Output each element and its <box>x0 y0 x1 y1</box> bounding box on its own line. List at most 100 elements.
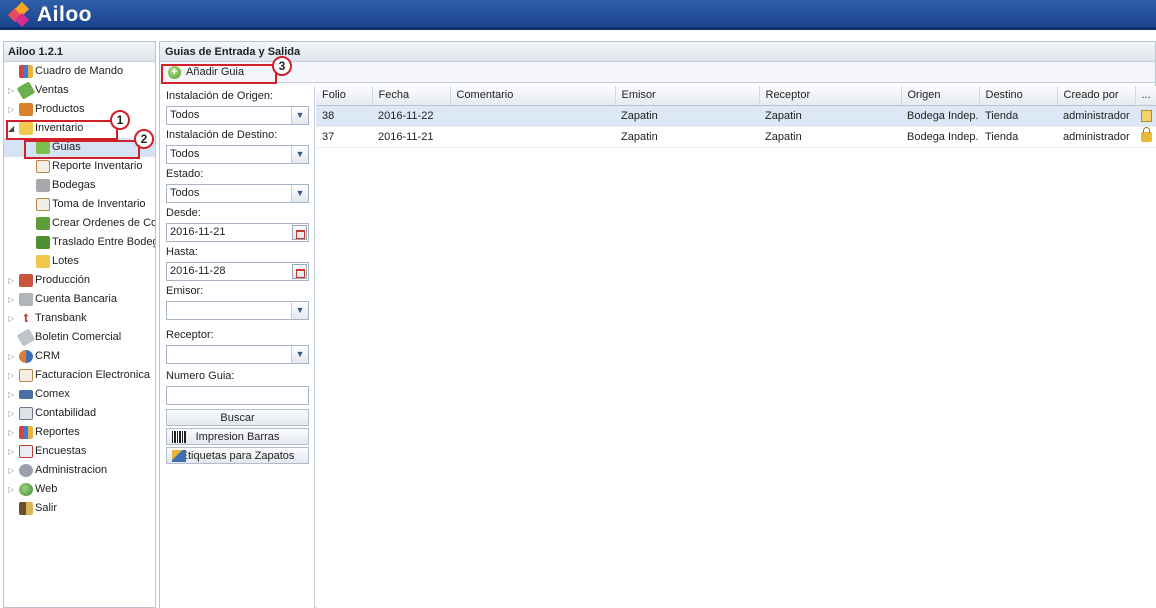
buscar-button[interactable]: Buscar <box>166 409 309 426</box>
origen-label: Instalación de Origen: <box>166 90 274 102</box>
column-header-comentario[interactable]: Comentario <box>450 86 616 106</box>
nav-item-produccion[interactable]: ▷ Producción <box>4 271 155 290</box>
nav-item-guias[interactable]: Guias <box>4 138 155 157</box>
warehouse-icon <box>36 179 50 192</box>
nav-item-ventas[interactable]: ▷ Ventas <box>4 81 155 100</box>
impresion-barras-button[interactable]: Impresion Barras <box>166 428 309 445</box>
column-header-receptor[interactable]: Receptor <box>759 86 902 106</box>
sales-icon <box>16 81 36 100</box>
app-version: Ailoo 1.2.1 <box>4 42 155 62</box>
navigation-panel: Ailoo 1.2.1 Cuadro de Mando ▷ Ventas ▷ P… <box>3 41 156 608</box>
nav-item-lotes[interactable]: Lotes <box>4 252 155 271</box>
nav-item-crm[interactable]: ▷ CRM <box>4 347 155 366</box>
chevron-down-icon[interactable]: ▼ <box>291 107 308 124</box>
column-header-destino[interactable]: Destino <box>979 86 1058 106</box>
nav-item-inventario[interactable]: ◢ Inventario <box>4 119 155 138</box>
web-icon <box>19 483 33 496</box>
nav-item-reporte-inventario[interactable]: Reporte Inventario <box>4 157 155 176</box>
lock-icon[interactable] <box>1141 127 1152 142</box>
nav-item-reportes[interactable]: ▷ Reportes <box>4 423 155 442</box>
nav-item-encuestas[interactable]: ▷ Encuestas <box>4 442 155 461</box>
nav-item-contabilidad[interactable]: ▷ Contabilidad <box>4 404 155 423</box>
numero-guia-input[interactable] <box>166 386 309 405</box>
expand-icon[interactable]: ▷ <box>8 404 16 423</box>
lots-icon <box>36 255 50 268</box>
expand-icon[interactable]: ▷ <box>8 100 16 119</box>
annotation-number-3: 3 <box>272 56 292 76</box>
desde-date-field[interactable]: 2016-11-21 <box>166 223 309 242</box>
nav-item-cuenta-bancaria[interactable]: ▷ Cuenta Bancaria <box>4 290 155 309</box>
main-panel: Guias de Entrada y Salida + Añadir Guia … <box>159 41 1156 608</box>
expand-icon[interactable]: ▷ <box>8 480 16 499</box>
nav-item-crear-ordenes[interactable]: Crear Ordenes de Comp <box>4 214 155 233</box>
table-row[interactable]: 37 2016-11-21 Zapatin Zapatin Bodega Ind… <box>316 126 1156 148</box>
edit-icon[interactable] <box>1141 110 1152 122</box>
hasta-date-field[interactable]: 2016-11-28 <box>166 262 309 281</box>
column-header-origen[interactable]: Origen <box>901 86 980 106</box>
receptor-label: Receptor: <box>166 329 214 341</box>
column-header-folio[interactable]: Folio <box>316 86 373 106</box>
table-row[interactable]: 38 2016-11-22 Zapatin Zapatin Bodega Ind… <box>316 105 1156 127</box>
collapse-icon[interactable]: ◢ <box>8 119 16 138</box>
table-header: Folio Fecha Comentario Emisor Receptor O… <box>316 86 1156 106</box>
nav-item-transbank[interactable]: ▷ t Transbank <box>4 309 155 328</box>
chevron-down-icon[interactable]: ▼ <box>291 302 308 319</box>
app-logo[interactable]: Ailoo <box>7 1 92 28</box>
transbank-icon: t <box>23 310 29 325</box>
destino-label: Instalación de Destino: <box>166 129 278 141</box>
emisor-select[interactable]: ▼ <box>166 301 309 320</box>
nav-item-toma-inventario[interactable]: Toma de Inventario <box>4 195 155 214</box>
bulletin-icon <box>16 328 36 347</box>
nav-item-administracion[interactable]: ▷ Administracion <box>4 461 155 480</box>
chevron-down-icon[interactable]: ▼ <box>291 185 308 202</box>
nav-item-web[interactable]: ▷ Web <box>4 480 155 499</box>
guides-table: Folio Fecha Comentario Emisor Receptor O… <box>316 86 1156 148</box>
etiquetas-zapatos-button[interactable]: Etiquetas para Zapatos <box>166 447 309 464</box>
emisor-label: Emisor: <box>166 285 204 297</box>
calendar-icon[interactable] <box>292 225 307 240</box>
expand-icon[interactable]: ▷ <box>8 423 16 442</box>
chevron-down-icon[interactable]: ▼ <box>291 146 308 163</box>
expand-icon[interactable]: ▷ <box>8 271 16 290</box>
origen-select[interactable]: Todos ▼ <box>166 106 309 125</box>
products-icon <box>19 103 33 116</box>
crm-icon <box>19 350 33 363</box>
barcode-icon <box>172 431 186 443</box>
nav-item-traslado[interactable]: Traslado Entre Bodegas <box>4 233 155 252</box>
nav-item-comex[interactable]: ▷ Comex <box>4 385 155 404</box>
add-guide-button[interactable]: + Añadir Guia <box>164 64 250 81</box>
expand-icon[interactable]: ▷ <box>8 347 16 366</box>
estado-select[interactable]: Todos ▼ <box>166 184 309 203</box>
expand-icon[interactable]: ▷ <box>8 385 16 404</box>
column-header-creado-por[interactable]: Creado por <box>1057 86 1136 106</box>
annotation-number-2: 2 <box>134 129 154 149</box>
receptor-select[interactable]: ▼ <box>166 345 309 364</box>
column-header-emisor[interactable]: Emisor <box>615 86 760 106</box>
calendar-icon[interactable] <box>292 264 307 279</box>
expand-icon[interactable]: ▷ <box>8 461 16 480</box>
expand-icon[interactable]: ▷ <box>8 309 16 328</box>
toolbar: + Añadir Guia <box>160 62 1155 83</box>
desde-label: Desde: <box>166 207 201 219</box>
expand-icon[interactable]: ▷ <box>8 366 16 385</box>
column-header-more[interactable]: ... <box>1135 86 1156 106</box>
chevron-down-icon[interactable]: ▼ <box>291 346 308 363</box>
destino-select[interactable]: Todos ▼ <box>166 145 309 164</box>
logo-text: Ailoo <box>37 3 92 26</box>
expand-icon[interactable]: ▷ <box>8 81 16 100</box>
nav-item-facturacion[interactable]: ▷ Facturacion Electronica <box>4 366 155 385</box>
invoice-icon <box>19 369 33 382</box>
nav-item-boletin[interactable]: Boletin Comercial <box>4 328 155 347</box>
estado-label: Estado: <box>166 168 204 180</box>
guides-grid: Folio Fecha Comentario Emisor Receptor O… <box>316 86 1156 608</box>
nav-item-cuadro-de-mando[interactable]: Cuadro de Mando <box>4 62 155 81</box>
dashboard-icon <box>19 65 33 78</box>
nav-item-productos[interactable]: ▷ Productos <box>4 100 155 119</box>
hasta-label: Hasta: <box>166 246 198 258</box>
column-header-fecha[interactable]: Fecha <box>372 86 451 106</box>
add-icon: + <box>168 66 181 79</box>
expand-icon[interactable]: ▷ <box>8 290 16 309</box>
expand-icon[interactable]: ▷ <box>8 442 16 461</box>
nav-item-salir[interactable]: Salir <box>4 499 155 518</box>
nav-item-bodegas[interactable]: Bodegas <box>4 176 155 195</box>
